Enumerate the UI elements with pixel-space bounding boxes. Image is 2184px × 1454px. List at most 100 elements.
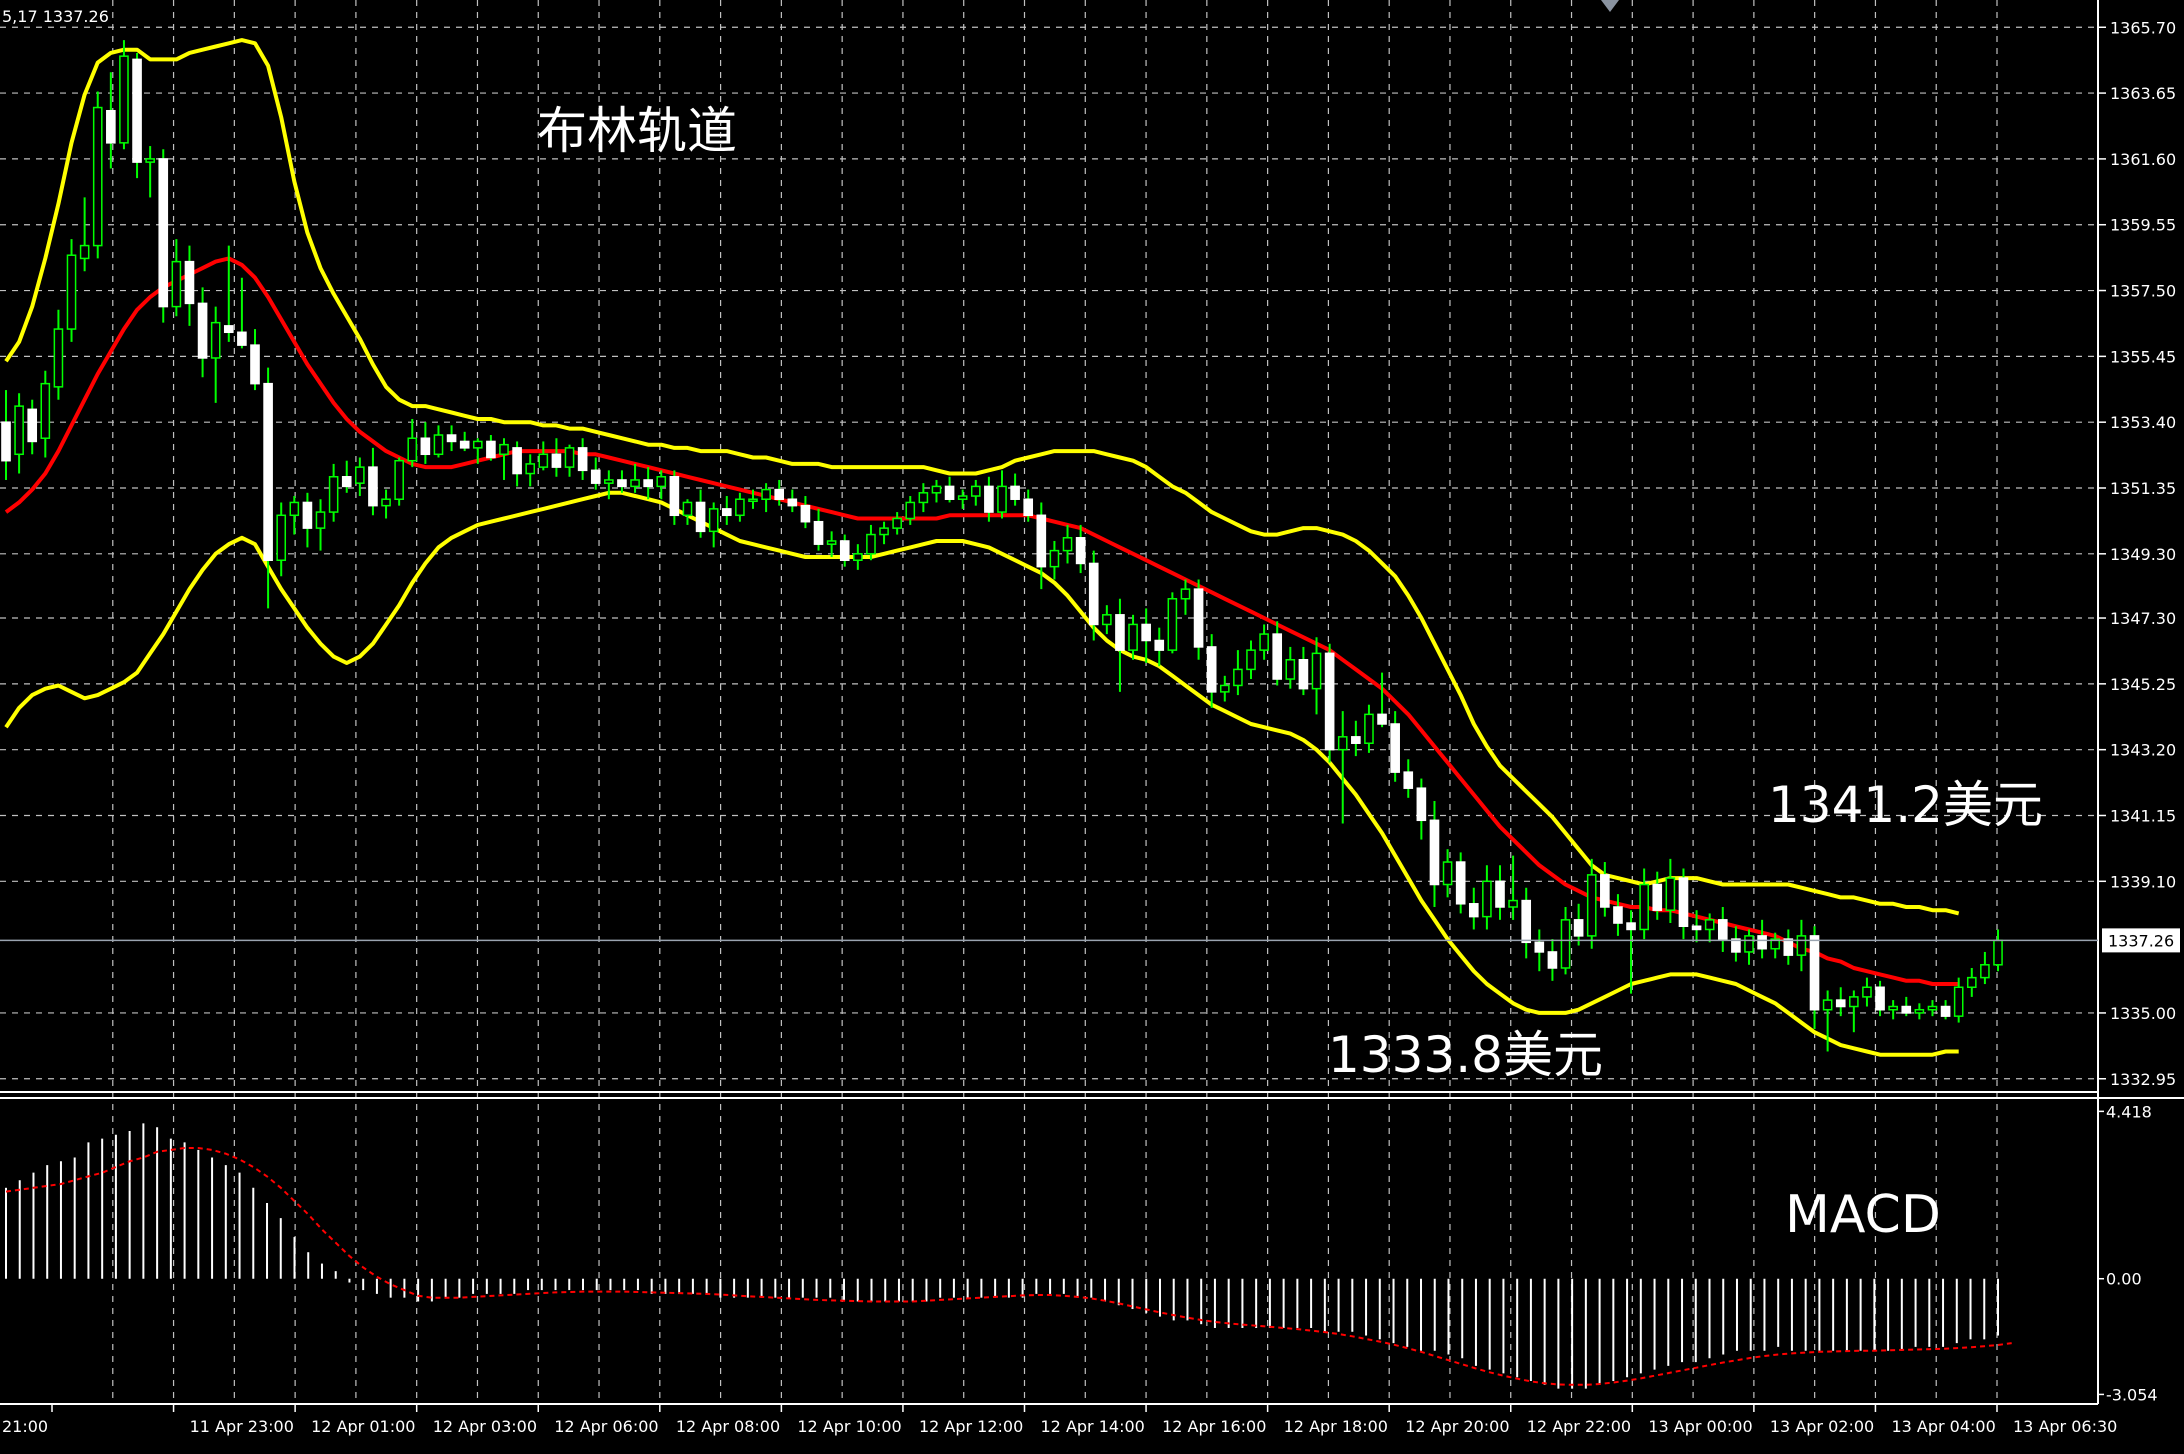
chart-window: 1365.70 1363.65 1361.60 1359.55 1357.50 1355.… [0,0,2184,1450]
price-tick-label: 1361.60 [2110,150,2176,169]
chart-svg: 1365.70 1363.65 1361.60 1359.55 1357.50 1355.… [0,0,2184,1450]
price-tick-label: 1349.30 [2110,545,2176,564]
candle-bear [1717,919,1728,940]
candle-bear [551,453,562,468]
candle-bull [997,485,1007,513]
candle-bull [1862,986,1872,998]
macd-annotation: MACD [1785,1185,1941,1245]
candle-bear [420,437,431,456]
candle-bear [223,325,234,334]
candle-bull [171,260,182,308]
candle-bear [1783,938,1794,956]
candle-bear [1626,922,1636,931]
price-tick-label: 1357.50 [2110,282,2176,301]
candle-bear [1901,1005,1912,1014]
candle-bull [210,321,221,359]
candle-bear [1272,633,1283,680]
candle-bear [1075,537,1086,565]
candle-bear [669,476,680,517]
candle-bear [787,498,798,507]
candle-bear [1613,906,1623,924]
candle-bull [1219,684,1230,693]
candle-bear [984,485,994,513]
macd-tick-label: 0.00 [2106,1270,2142,1289]
price-tick-label: 1351.35 [2110,479,2176,498]
time-tick-label: 13 Apr 02:00 [1770,1417,1874,1436]
candle-bear [1298,659,1309,690]
candle-bull [1953,986,1964,1017]
candle-bear [1390,723,1400,773]
candle-bear [839,540,850,561]
time-tick-label: 12 Apr 20:00 [1405,1417,1509,1436]
candle-bear [263,382,273,561]
candle-bear [237,331,247,346]
candle-bear [1940,1005,1951,1017]
time-tick-label: 11 Apr 23:00 [190,1417,294,1436]
candle-bear [1088,562,1099,626]
candle-bear [721,508,732,517]
candle-bear [1429,819,1440,886]
price-tick-label: 1355.45 [2110,347,2176,366]
candle-bull [289,501,300,517]
candle-bull [525,463,536,475]
candle-bear [368,466,378,507]
time-tick-label: 12 Apr 01:00 [311,1417,415,1436]
candle-bull [40,382,51,439]
candle-bear [1377,713,1387,725]
time-tick-label: 21:00 [2,1417,48,1436]
candle-bull [1049,549,1060,568]
candle-bear [459,440,470,449]
candle-bear [1691,925,1702,931]
lower-target-annotation: 1333.8美元 [1328,1026,1603,1084]
candle-bull [761,488,771,500]
candle-bull [564,447,575,468]
candle-bear [1547,951,1558,969]
candle-bull [1796,935,1807,956]
candle-bear [1534,941,1545,953]
candle-bear [617,479,627,488]
candle-bear [1115,614,1125,651]
candle-bear [1010,485,1020,500]
candle-bull [1259,633,1269,651]
candle-bull [1966,976,1977,989]
candle-bear [695,501,706,533]
candle-bull [1102,614,1112,626]
candle-bull [381,498,391,507]
candle-bear [158,158,169,308]
candle-bear [512,447,522,475]
candle-bear [813,520,824,545]
time-tick-label: 12 Apr 14:00 [1041,1417,1145,1436]
candle-bear [1324,652,1335,751]
price-tick-label: 1345.25 [2110,675,2176,694]
candle-bear [1757,935,1767,950]
candle-bull [538,453,549,468]
candle-bear [106,109,116,144]
candle-bull [1442,861,1453,886]
candle-bull [1062,537,1073,552]
candle-bear [1600,874,1610,908]
candle-bull [1285,659,1296,680]
candle-bull [1822,999,1833,1011]
candle-bear [1468,903,1479,918]
candle-bull [407,437,418,462]
candle-bull [92,106,103,247]
candle-bull [957,495,968,500]
candle-bull [656,476,667,488]
price-tick-label: 1341.15 [2110,806,2176,825]
time-tick-label: 12 Apr 06:00 [554,1417,658,1436]
candle-bull [499,443,509,456]
candle-bear [577,447,588,472]
candle-bull [1744,935,1754,953]
time-tick-label: 12 Apr 03:00 [433,1417,537,1436]
candle-bull [433,434,444,456]
price-tick-label: 1359.55 [2110,216,2176,235]
candle-bull [630,479,640,488]
candle-bear [1678,877,1689,928]
time-tick-label: 12 Apr 08:00 [676,1417,780,1436]
candle-bull [853,553,863,561]
candle-bear [1206,646,1217,693]
candle-bear [1835,999,1846,1008]
time-tick-label: 12 Apr 10:00 [797,1417,901,1436]
candle-bull [1586,874,1597,937]
candle-bull [931,485,942,494]
